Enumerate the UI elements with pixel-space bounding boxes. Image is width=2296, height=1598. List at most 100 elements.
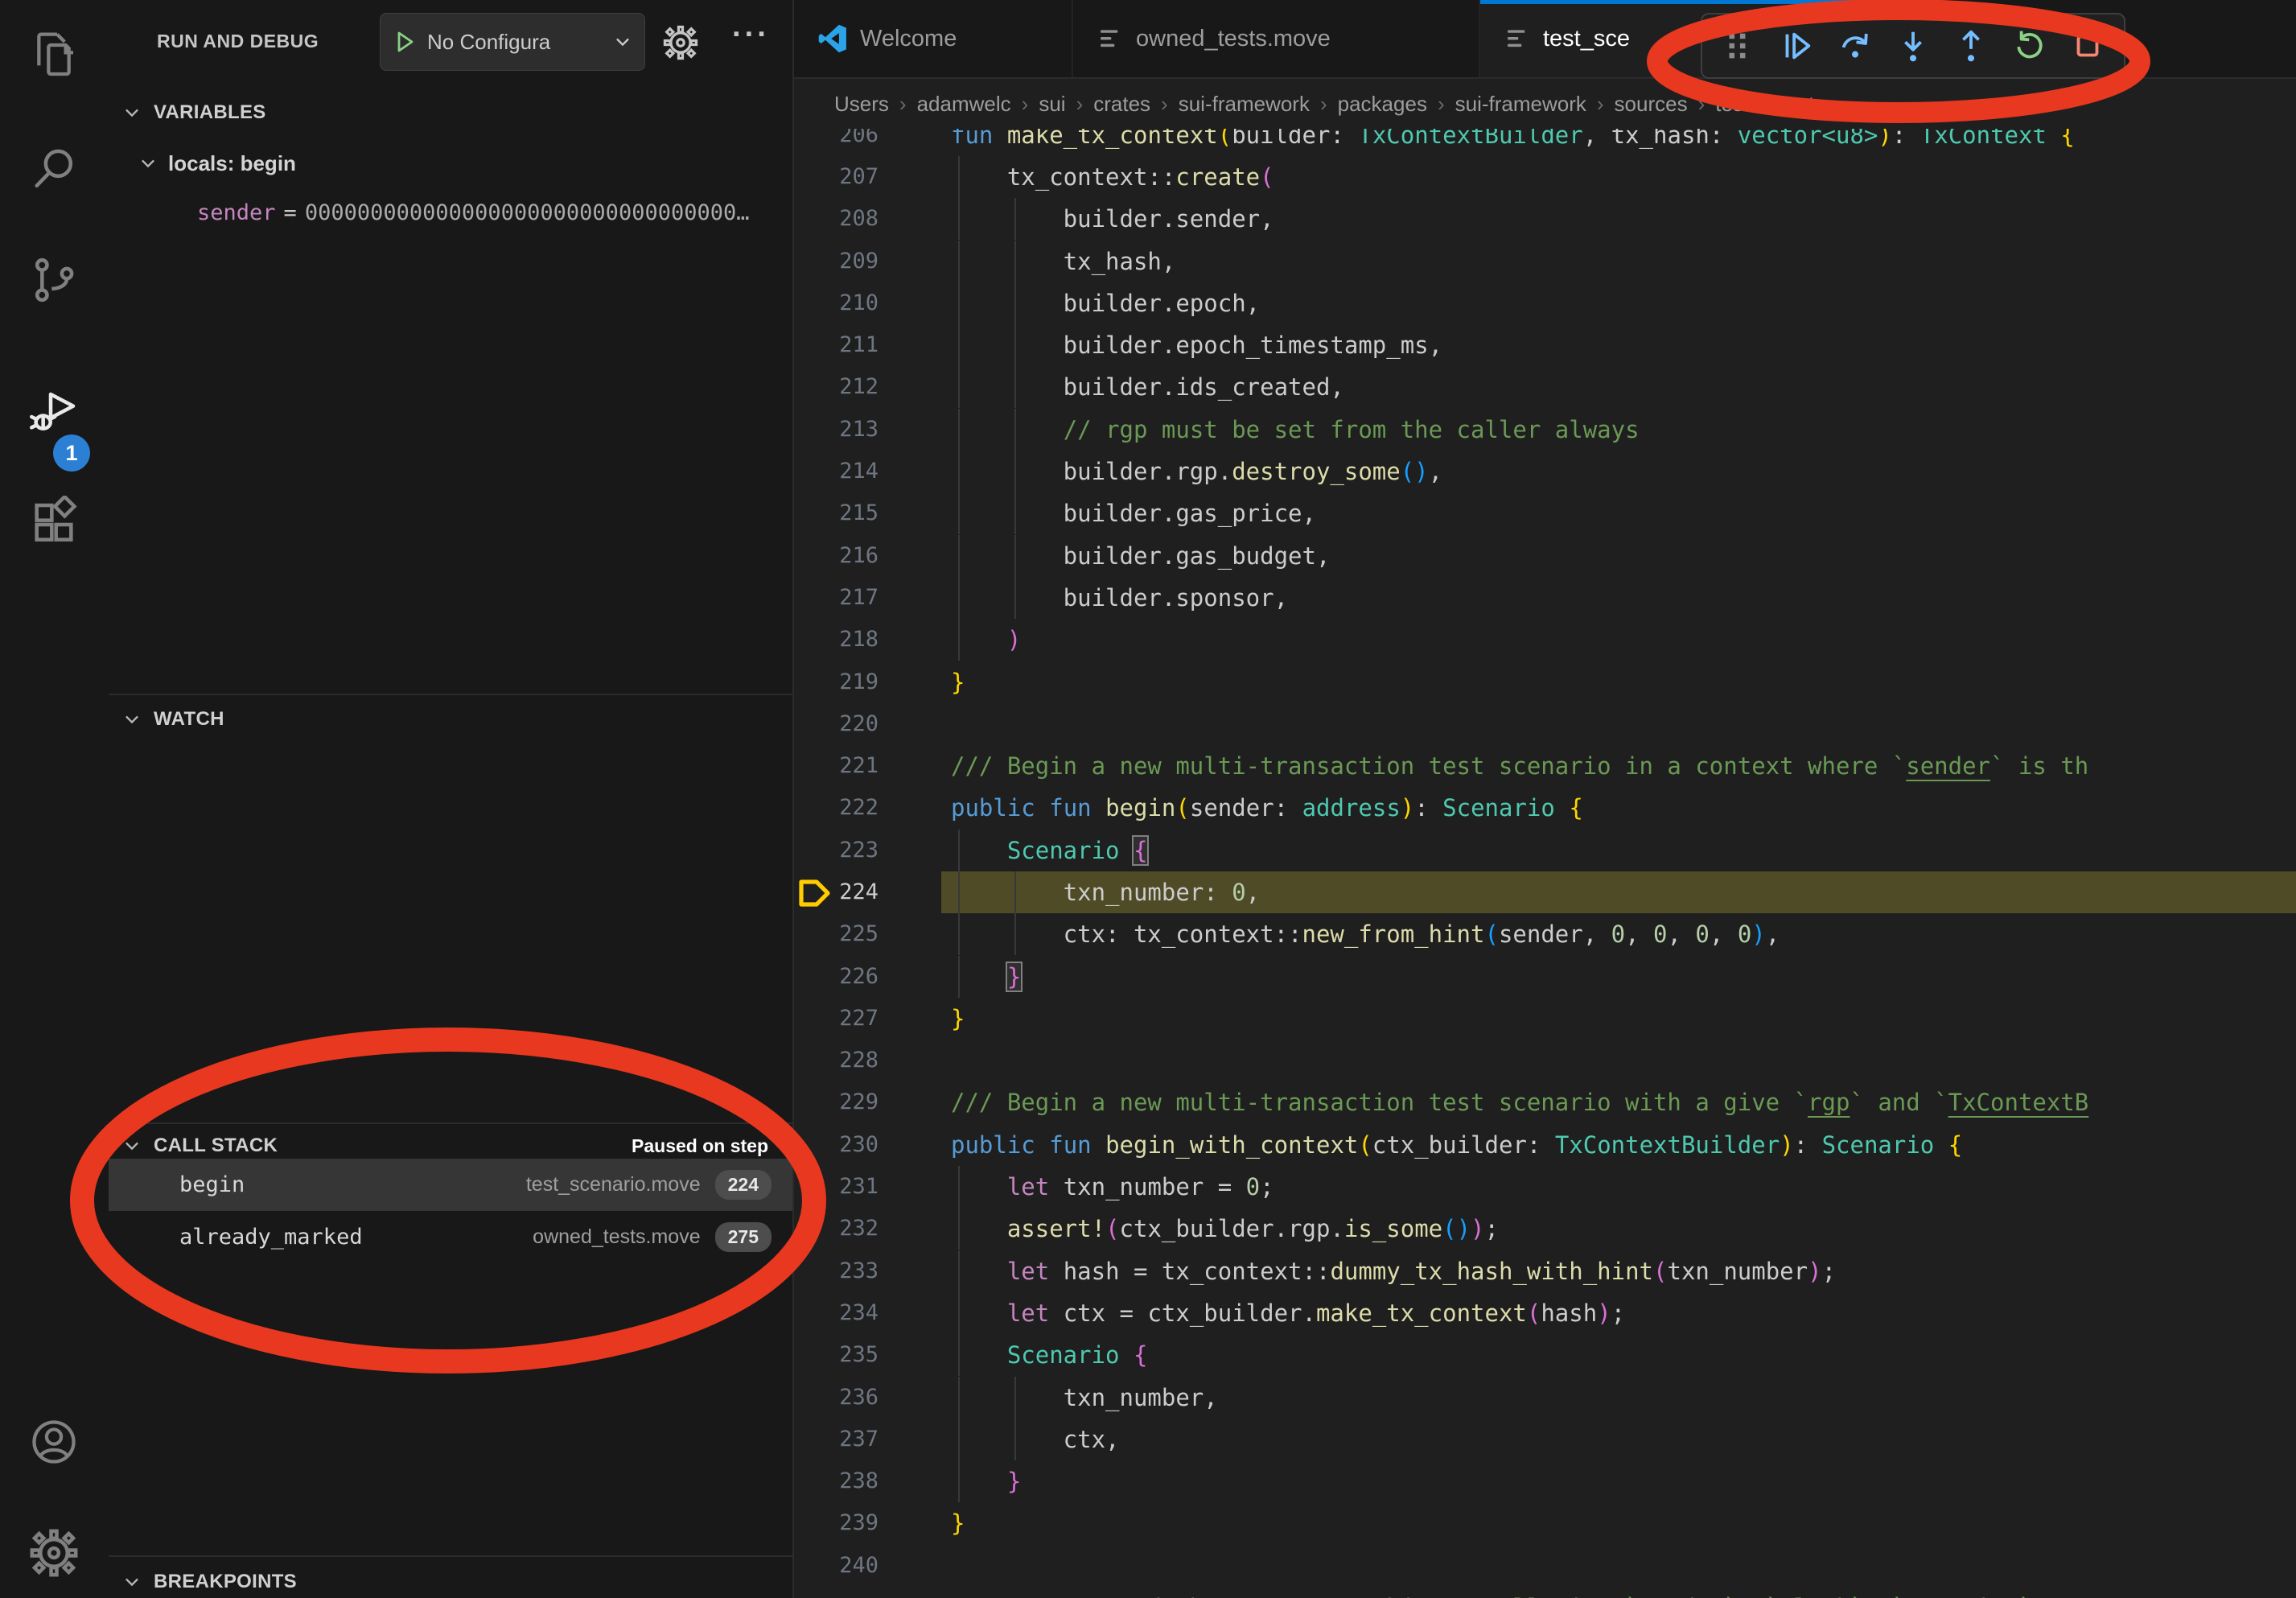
toolbar-drag-handle[interactable] <box>1714 19 1763 73</box>
tab-owned-tests-move[interactable]: owned_tests.move <box>1073 0 1480 77</box>
run-and-debug-icon[interactable] <box>0 370 107 451</box>
code-line-225[interactable]: ctx: tx_context::new_from_hint(sender, 0… <box>951 913 1780 955</box>
line-number[interactable]: 220 <box>794 703 903 745</box>
breadcrumb-item[interactable]: adamwelc <box>917 92 1011 117</box>
code-line-215[interactable]: builder.gas_price, <box>951 492 1316 534</box>
code-line-236[interactable]: txn_number, <box>951 1377 1218 1419</box>
code-line-238[interactable]: } <box>951 1460 1021 1502</box>
code-editor[interactable]: 206fun make_tx_context(builder: TxContex… <box>794 0 2296 1598</box>
line-number[interactable]: 216 <box>794 535 903 577</box>
line-number[interactable]: 211 <box>794 324 903 366</box>
line-number[interactable]: 221 <box>794 745 903 787</box>
explorer-icon[interactable] <box>0 14 107 95</box>
step-into-button[interactable] <box>1888 19 1938 73</box>
breadcrumb-item[interactable]: crates <box>1093 92 1150 117</box>
line-number[interactable]: 209 <box>794 241 903 282</box>
extensions-icon[interactable] <box>0 481 107 562</box>
settings-gear-icon[interactable] <box>0 1513 107 1593</box>
code-line-233[interactable]: let hash = tx_context::dummy_tx_hash_wit… <box>951 1250 1836 1292</box>
code-line-222[interactable]: public fun begin(sender: address): Scena… <box>951 787 1583 829</box>
search-icon[interactable] <box>0 129 107 209</box>
code-line-221[interactable]: /// Begin a new multi-transaction test s… <box>951 745 2088 787</box>
line-number[interactable]: 222 <box>794 787 903 829</box>
line-number[interactable]: 232 <box>794 1208 903 1250</box>
continue-button[interactable] <box>1771 19 1821 73</box>
line-number[interactable]: 239 <box>794 1502 903 1544</box>
account-icon[interactable] <box>0 1402 107 1482</box>
source-control-icon[interactable] <box>0 240 107 320</box>
line-number[interactable]: 231 <box>794 1166 903 1208</box>
line-number[interactable]: 210 <box>794 282 903 324</box>
line-number[interactable]: 238 <box>794 1460 903 1502</box>
breadcrumb-item[interactable]: sui-framework <box>1179 92 1310 117</box>
code-line-208[interactable]: builder.sender, <box>951 198 1274 240</box>
code-line-241[interactable]: /// Creates and shares system objects, a… <box>951 1587 2032 1598</box>
variable-row[interactable]: sender=000000000000000000000000000000000… <box>197 192 750 233</box>
code-line-235[interactable]: Scenario { <box>951 1334 1147 1376</box>
code-line-234[interactable]: let ctx = ctx_builder.make_tx_context(ha… <box>951 1292 1625 1334</box>
line-number[interactable]: 225 <box>794 913 903 955</box>
restart-button[interactable] <box>2004 19 2054 73</box>
code-line-219[interactable]: } <box>951 661 965 703</box>
line-number[interactable]: 208 <box>794 198 903 240</box>
line-number[interactable]: 234 <box>794 1292 903 1334</box>
code-line-216[interactable]: builder.gas_budget, <box>951 535 1330 577</box>
code-line-212[interactable]: builder.ids_created, <box>951 366 1344 408</box>
variables-section-header[interactable]: VARIABLES <box>109 92 792 134</box>
code-line-223[interactable]: Scenario { <box>951 830 1147 871</box>
code-line-229[interactable]: /// Begin a new multi-transaction test s… <box>951 1081 2088 1123</box>
line-number[interactable]: 215 <box>794 492 903 534</box>
line-number[interactable]: 212 <box>794 366 903 408</box>
code-line-227[interactable]: } <box>951 998 965 1040</box>
line-number[interactable]: 219 <box>794 661 903 703</box>
code-line-213[interactable]: // rgp must be set from the caller alway… <box>951 409 1640 451</box>
code-line-211[interactable]: builder.epoch_timestamp_ms, <box>951 324 1442 366</box>
line-number[interactable]: 230 <box>794 1124 903 1166</box>
line-number[interactable]: 226 <box>794 956 903 998</box>
breadcrumb-item[interactable]: sources <box>1615 92 1688 117</box>
call-stack-frame[interactable]: begintest_scenario.move224 <box>109 1159 792 1211</box>
code-line-237[interactable]: ctx, <box>951 1419 1120 1460</box>
breadcrumb-item[interactable]: te <box>1808 92 1826 117</box>
line-number[interactable]: 228 <box>794 1040 903 1081</box>
line-number[interactable]: 217 <box>794 577 903 619</box>
line-number[interactable]: 241 <box>794 1587 903 1598</box>
code-line-231[interactable]: let txn_number = 0; <box>951 1166 1274 1208</box>
code-line-239[interactable]: } <box>951 1502 965 1544</box>
breadcrumb-item[interactable]: packages <box>1338 92 1427 117</box>
code-line-230[interactable]: public fun begin_with_context(ctx_builde… <box>951 1124 1962 1166</box>
code-line-214[interactable]: builder.rgp.destroy_some(), <box>951 451 1442 492</box>
tab-welcome[interactable]: Welcome <box>794 0 1073 77</box>
line-number[interactable]: 235 <box>794 1334 903 1376</box>
code-line-224[interactable]: txn_number: 0, <box>951 871 1260 913</box>
line-number[interactable]: 218 <box>794 619 903 661</box>
line-number[interactable]: 236 <box>794 1377 903 1419</box>
breakpoints-section-header[interactable]: BREAKPOINTS <box>109 1561 792 1598</box>
variables-scope-row[interactable]: locals: begin <box>138 143 296 183</box>
debug-config-dropdown[interactable]: No Configura <box>380 13 645 71</box>
line-number[interactable]: 207 <box>794 156 903 198</box>
code-line-218[interactable]: ) <box>951 619 1021 661</box>
code-line-226[interactable]: } <box>951 956 1021 998</box>
line-number[interactable]: 223 <box>794 830 903 871</box>
stop-button[interactable] <box>2063 19 2113 73</box>
code-line-207[interactable]: tx_context::create( <box>951 156 1274 198</box>
line-number[interactable]: 227 <box>794 998 903 1040</box>
line-number[interactable]: 229 <box>794 1081 903 1123</box>
breadcrumb-item[interactable]: sui-framework <box>1455 92 1586 117</box>
more-actions-icon[interactable]: ··· <box>732 18 770 52</box>
debug-gear-icon[interactable] <box>662 24 699 65</box>
line-number[interactable]: 214 <box>794 451 903 492</box>
breadcrumb-item[interactable]: Users <box>834 92 889 117</box>
code-line-210[interactable]: builder.epoch, <box>951 282 1260 324</box>
line-number[interactable]: 237 <box>794 1419 903 1460</box>
watch-section-header[interactable]: WATCH <box>109 698 792 740</box>
step-over-button[interactable] <box>1830 19 1880 73</box>
code-line-209[interactable]: tx_hash, <box>951 241 1175 282</box>
code-line-217[interactable]: builder.sponsor, <box>951 577 1288 619</box>
breadcrumb-item[interactable]: test <box>1715 92 1749 117</box>
breadcrumb-item[interactable]: sui <box>1039 92 1065 117</box>
line-number[interactable]: 213 <box>794 409 903 451</box>
call-stack-frame[interactable]: already_markedowned_tests.move275 <box>109 1211 792 1263</box>
line-number[interactable]: 233 <box>794 1250 903 1292</box>
